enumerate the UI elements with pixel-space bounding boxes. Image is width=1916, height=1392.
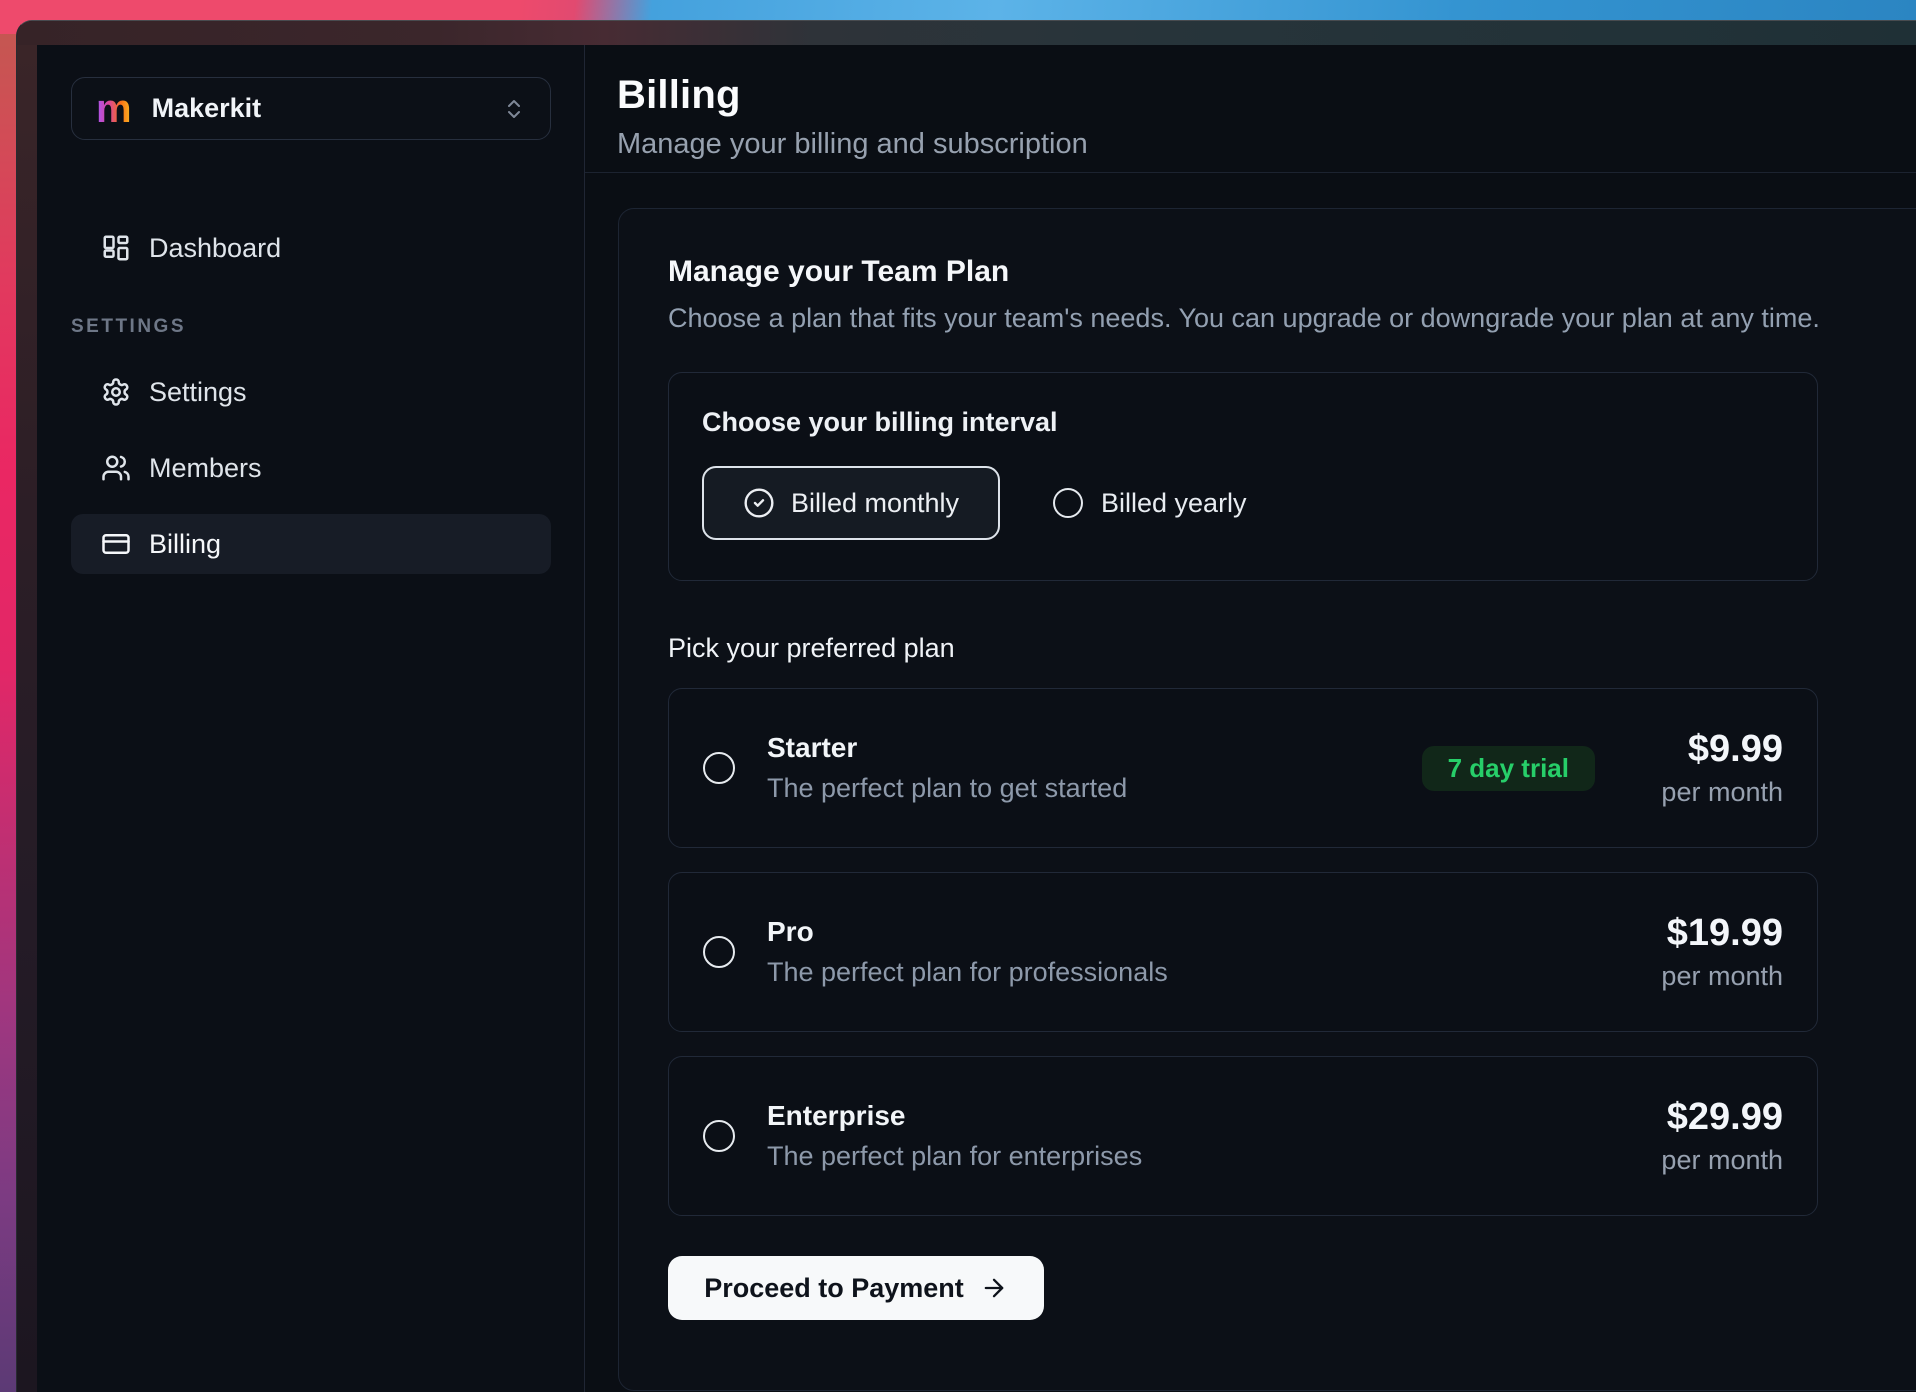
radio-circle-icon[interactable] <box>703 1120 735 1152</box>
radio-circle-icon[interactable] <box>703 936 735 968</box>
sidebar-item-label: Settings <box>149 377 247 408</box>
card-description: Choose a plan that fits your team's need… <box>668 303 1916 334</box>
plan-description: The perfect plan for professionals <box>767 957 1168 988</box>
option-label: Billed yearly <box>1101 488 1247 519</box>
workspace-selector[interactable]: m Makerkit <box>71 77 551 140</box>
app-window: m Makerkit Dashboard SETTINGS <box>16 20 1916 1392</box>
workspace-name: Makerkit <box>152 93 262 124</box>
app-root: m Makerkit Dashboard SETTINGS <box>37 45 1916 1392</box>
plan-period: per month <box>1651 777 1783 808</box>
billed-yearly-option[interactable]: Billed yearly <box>1053 488 1247 519</box>
sidebar-item-settings[interactable]: Settings <box>71 362 551 422</box>
plan-period: per month <box>1651 961 1783 992</box>
radio-circle-icon[interactable] <box>703 752 735 784</box>
window-frame-left <box>17 45 37 1392</box>
sidebar-item-members[interactable]: Members <box>71 438 551 498</box>
plan-name: Starter <box>767 732 1127 764</box>
plan-name: Pro <box>767 916 1168 948</box>
credit-card-icon <box>101 529 131 559</box>
plan-price: $19.99 <box>1651 912 1783 955</box>
billing-interval-options: Billed monthly Billed yearly <box>702 466 1784 540</box>
sidebar-item-label: Members <box>149 453 262 484</box>
sidebar-item-label: Billing <box>149 529 221 560</box>
sidebar-item-label: Dashboard <box>149 233 281 264</box>
plan-description: The perfect plan to get started <box>767 773 1127 804</box>
price-block: $19.99 per month <box>1651 912 1783 992</box>
button-label: Proceed to Payment <box>704 1273 964 1304</box>
chevrons-up-down-icon <box>502 97 526 121</box>
sidebar-section-settings: SETTINGS <box>71 316 551 338</box>
plan-row-enterprise[interactable]: Enterprise The perfect plan for enterpri… <box>668 1056 1818 1216</box>
plans-label: Pick your preferred plan <box>668 633 1916 664</box>
main-area: Billing Manage your billing and subscrip… <box>585 45 1916 1392</box>
plan-period: per month <box>1651 1145 1783 1176</box>
price-block: $9.99 per month <box>1651 728 1783 808</box>
card-title: Manage your Team Plan <box>668 255 1916 289</box>
team-plan-card: Manage your Team Plan Choose a plan that… <box>618 208 1916 1391</box>
plan-text: Starter The perfect plan to get started <box>767 732 1127 804</box>
makerkit-logo-icon: m <box>96 89 132 129</box>
gear-icon <box>101 377 131 407</box>
price-block: $29.99 per month <box>1651 1096 1783 1176</box>
sidebar-item-billing[interactable]: Billing <box>71 514 551 574</box>
plan-row-starter[interactable]: Starter The perfect plan to get started … <box>668 688 1818 848</box>
users-icon <box>101 453 131 483</box>
plan-text: Enterprise The perfect plan for enterpri… <box>767 1100 1142 1172</box>
page-content: Manage your Team Plan Choose a plan that… <box>585 173 1916 1392</box>
proceed-to-payment-button[interactable]: Proceed to Payment <box>668 1256 1044 1320</box>
dashboard-icon <box>101 233 131 263</box>
plan-description: The perfect plan for enterprises <box>767 1141 1142 1172</box>
billing-interval-box: Choose your billing interval Billed mont… <box>668 372 1818 581</box>
billed-monthly-option[interactable]: Billed monthly <box>702 466 1000 540</box>
plan-price: $9.99 <box>1651 728 1783 771</box>
page-subtitle: Manage your billing and subscription <box>617 128 1876 161</box>
page-header: Billing Manage your billing and subscrip… <box>585 45 1916 173</box>
plan-row-pro[interactable]: Pro The perfect plan for professionals $… <box>668 872 1818 1032</box>
plan-text: Pro The perfect plan for professionals <box>767 916 1168 988</box>
option-label: Billed monthly <box>791 488 959 519</box>
window-titlebar <box>17 21 1916 45</box>
page-title: Billing <box>617 73 1876 118</box>
check-circle-icon <box>743 487 775 519</box>
radio-circle-icon <box>1053 488 1083 518</box>
plan-name: Enterprise <box>767 1100 1142 1132</box>
arrow-right-icon <box>980 1274 1008 1302</box>
sidebar: m Makerkit Dashboard SETTINGS <box>37 45 585 1392</box>
sidebar-item-dashboard[interactable]: Dashboard <box>71 218 551 278</box>
plan-price: $29.99 <box>1651 1096 1783 1139</box>
billing-interval-label: Choose your billing interval <box>702 407 1784 438</box>
sidebar-nav: Dashboard SETTINGS Settings Members <box>71 218 551 574</box>
trial-badge: 7 day trial <box>1422 746 1595 791</box>
